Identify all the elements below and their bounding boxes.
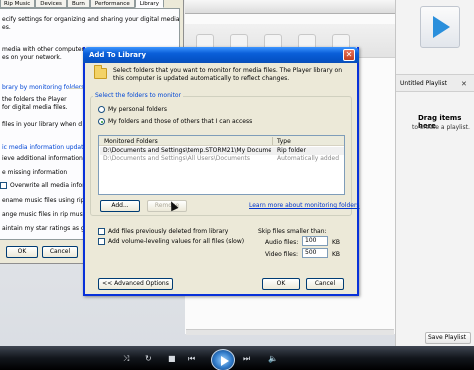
update-option[interactable]: e missing information	[2, 169, 67, 176]
remove-folder-button[interactable]: Remove	[147, 200, 187, 212]
monitor-text: for digital media files.	[2, 104, 68, 111]
table-row[interactable]: D:\Documents and Settings\All Users\Docu…	[100, 155, 344, 163]
radio-personal-label[interactable]: My personal folders	[108, 106, 167, 113]
cancel-button[interactable]: Cancel	[306, 278, 344, 290]
add-folder-button[interactable]: Add...	[100, 200, 140, 212]
stop-icon[interactable]: ■	[168, 354, 176, 363]
tab-devices[interactable]: Devices	[35, 0, 67, 8]
audio-unit-label: KB	[332, 239, 341, 246]
volume-leveling-checkbox[interactable]	[98, 238, 105, 245]
list-pane	[395, 0, 474, 346]
radio-mine-and-others[interactable]	[98, 118, 105, 125]
tab-performance[interactable]: Performance	[89, 0, 135, 8]
close-icon[interactable]: ✕	[343, 49, 355, 61]
close-icon[interactable]: ✕	[461, 80, 467, 88]
column-separator[interactable]	[272, 137, 273, 145]
deleted-files-label[interactable]: Add files previously deleted from librar…	[108, 228, 228, 235]
monitor-text: the folders the Player	[2, 96, 67, 103]
options-tab-strip: Rip Music Devices Burn Performance Libra…	[0, 0, 164, 8]
tab-library[interactable]: Library	[134, 0, 164, 8]
folder-icon	[94, 65, 107, 79]
skip-files-label: Skip files smaller than:	[258, 228, 327, 235]
ok-button[interactable]: OK	[262, 278, 300, 290]
audio-size-field[interactable]: 100	[302, 236, 328, 246]
overwrite-radio[interactable]	[0, 182, 7, 189]
play-to-icon[interactable]	[420, 6, 460, 48]
advanced-options-button[interactable]: << Advanced Options	[98, 278, 173, 290]
group-label: Select the folders to monitor	[93, 92, 184, 99]
dialog-title: Add To Library	[89, 51, 147, 59]
column-header-type[interactable]: Type	[277, 138, 291, 145]
table-row[interactable]: D:\Documents and Settings\temp.STORM21\M…	[100, 147, 344, 155]
sharing-text: es on your network.	[2, 54, 62, 61]
tab-burn[interactable]: Burn	[66, 0, 90, 8]
playlist-title[interactable]: Untitled Playlist	[400, 80, 447, 87]
save-playlist-button[interactable]: Save Playlist	[425, 332, 471, 344]
video-unit-label: KB	[332, 251, 341, 258]
tab-rip-music[interactable]: Rip Music	[0, 0, 36, 8]
options-description: es.	[2, 24, 11, 31]
repeat-icon[interactable]: ↻	[145, 354, 152, 363]
player-control-bar	[0, 346, 474, 370]
mute-icon[interactable]: 🔈	[268, 354, 278, 363]
dialog-description: Select folders that you want to monitor …	[113, 67, 343, 82]
radio-mine-and-others-label[interactable]: My folders and those of others that I ca…	[108, 118, 252, 125]
folder-type: Rip folder	[277, 147, 306, 154]
options-cancel-button[interactable]: Cancel	[42, 246, 78, 258]
monitor-option[interactable]: files in your library when d	[2, 121, 82, 128]
next-icon[interactable]: ⏭	[243, 354, 250, 364]
sharing-text: media with other computers	[2, 46, 88, 53]
folder-path: D:\Documents and Settings\All Users\Docu…	[103, 155, 250, 162]
learn-more-link[interactable]: Learn more about monitoring folders	[249, 202, 360, 209]
video-size-field[interactable]: 500	[302, 248, 328, 258]
radio-personal-folders[interactable]	[98, 106, 105, 113]
shuffle-icon[interactable]: ⤨	[123, 354, 129, 364]
folder-type: Automatically added	[277, 155, 340, 162]
play-button[interactable]	[211, 349, 235, 370]
options-description: ecify settings for organizing and sharin…	[2, 16, 180, 23]
drag-hint-subtitle: to create a playlist.	[412, 124, 470, 131]
options-ok-button[interactable]: OK	[6, 246, 38, 258]
deleted-files-checkbox[interactable]	[98, 228, 105, 235]
column-header-folder[interactable]: Monitored Folders	[104, 138, 158, 145]
previous-icon[interactable]: ⏮	[188, 354, 195, 364]
volume-leveling-label[interactable]: Add volume-leveling values for all files…	[108, 238, 244, 245]
horizontal-scrollbar[interactable]	[186, 329, 394, 335]
folder-path: D:\Documents and Settings\temp.STORM21\M…	[103, 147, 271, 154]
video-files-label: Video files:	[265, 251, 299, 258]
audio-files-label: Audio files:	[265, 239, 299, 246]
